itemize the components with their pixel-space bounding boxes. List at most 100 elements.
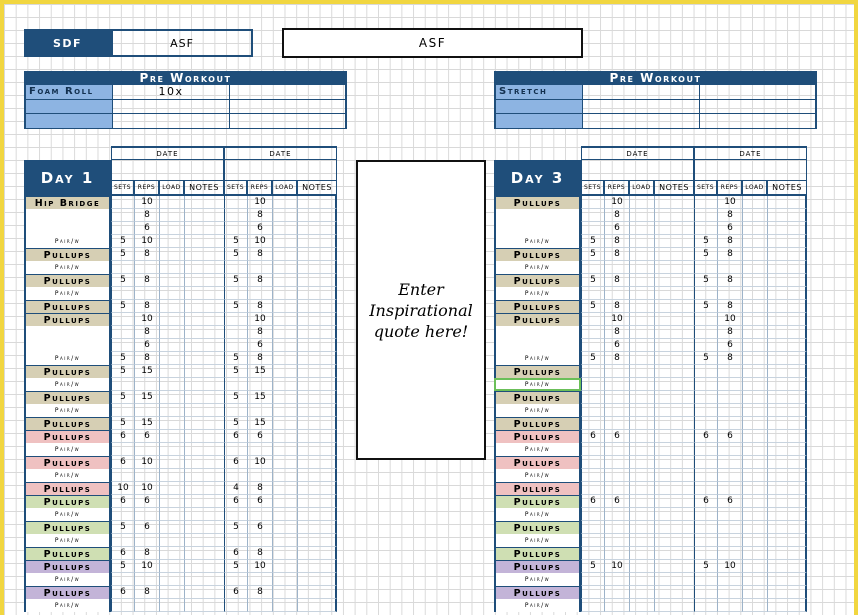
workout-cell[interactable]: 5: [111, 352, 134, 365]
workout-cell[interactable]: [297, 274, 337, 287]
workout-cell[interactable]: [272, 313, 297, 326]
workout-cell[interactable]: [654, 560, 694, 573]
workout-cell[interactable]: [159, 404, 184, 417]
exercise-name[interactable]: Pullups: [24, 547, 111, 560]
workout-cell[interactable]: 8: [134, 209, 159, 222]
workout-cell[interactable]: [224, 313, 247, 326]
workout-cell[interactable]: [629, 495, 654, 508]
workout-cell[interactable]: 8: [247, 274, 272, 287]
workout-cell[interactable]: [629, 430, 654, 443]
exercise-name[interactable]: Pair/w: [494, 508, 581, 521]
exercise-name[interactable]: Pair/w: [24, 573, 111, 586]
workout-cell[interactable]: [767, 196, 807, 209]
workout-cell[interactable]: [629, 352, 654, 365]
workout-cell[interactable]: 5: [224, 300, 247, 313]
exercise-name[interactable]: Pullups: [494, 365, 581, 378]
workout-cell[interactable]: [604, 443, 629, 456]
exercise-name[interactable]: Pullups: [494, 391, 581, 404]
workout-cell[interactable]: [694, 508, 717, 521]
workout-cell[interactable]: [581, 391, 604, 404]
workout-cell[interactable]: [742, 430, 767, 443]
workout-cell[interactable]: [247, 573, 272, 586]
workout-cell[interactable]: 8: [717, 235, 742, 248]
workout-cell[interactable]: [742, 560, 767, 573]
workout-cell[interactable]: [654, 196, 694, 209]
workout-cell[interactable]: [654, 495, 694, 508]
workout-cell[interactable]: [134, 261, 159, 274]
workout-cell[interactable]: [581, 209, 604, 222]
workout-cell[interactable]: [767, 560, 807, 573]
workout-cell[interactable]: [581, 222, 604, 235]
workout-cell[interactable]: [297, 495, 337, 508]
workout-cell[interactable]: [604, 482, 629, 495]
workout-cell[interactable]: [767, 404, 807, 417]
workout-cell[interactable]: 8: [247, 209, 272, 222]
exercise-name[interactable]: Pair/w: [24, 287, 111, 300]
workout-cell[interactable]: [654, 326, 694, 339]
workout-cell[interactable]: [742, 482, 767, 495]
workout-cell[interactable]: 15: [134, 391, 159, 404]
workout-cell[interactable]: [297, 391, 337, 404]
workout-cell[interactable]: [654, 599, 694, 612]
workout-cell[interactable]: [272, 443, 297, 456]
workout-cell[interactable]: [694, 209, 717, 222]
workout-cell[interactable]: 6: [134, 339, 159, 352]
workout-cell[interactable]: [694, 599, 717, 612]
workout-cell[interactable]: [742, 274, 767, 287]
workout-cell[interactable]: 6: [247, 339, 272, 352]
workout-cell[interactable]: [717, 378, 742, 391]
workout-cell[interactable]: [717, 417, 742, 430]
workout-cell[interactable]: [272, 508, 297, 521]
exercise-name[interactable]: Pullups: [494, 495, 581, 508]
workout-cell[interactable]: [654, 313, 694, 326]
workout-cell[interactable]: 5: [694, 560, 717, 573]
workout-cell[interactable]: [717, 365, 742, 378]
exercise-name[interactable]: Pullups: [24, 430, 111, 443]
exercise-name[interactable]: [24, 326, 111, 339]
workout-cell[interactable]: 5: [694, 235, 717, 248]
workout-cell[interactable]: 8: [247, 586, 272, 599]
workout-cell[interactable]: [159, 456, 184, 469]
workout-cell[interactable]: [742, 469, 767, 482]
workout-cell[interactable]: 6: [134, 222, 159, 235]
workout-cell[interactable]: 8: [134, 586, 159, 599]
workout-cell[interactable]: 6: [604, 430, 629, 443]
workout-cell[interactable]: 6: [134, 521, 159, 534]
workout-cell[interactable]: [694, 339, 717, 352]
workout-cell[interactable]: [767, 443, 807, 456]
workout-cell[interactable]: [654, 209, 694, 222]
workout-cell[interactable]: [767, 274, 807, 287]
exercise-name[interactable]: Pair/w: [494, 261, 581, 274]
workout-cell[interactable]: [694, 261, 717, 274]
workout-cell[interactable]: [694, 326, 717, 339]
workout-cell[interactable]: [694, 313, 717, 326]
workout-cell[interactable]: [272, 391, 297, 404]
workout-cell[interactable]: [297, 287, 337, 300]
workout-cell[interactable]: [111, 209, 134, 222]
workout-cell[interactable]: [224, 287, 247, 300]
workout-cell[interactable]: [629, 196, 654, 209]
workout-cell[interactable]: [629, 209, 654, 222]
workout-cell[interactable]: [272, 573, 297, 586]
workout-cell[interactable]: [581, 417, 604, 430]
workout-cell[interactable]: [767, 417, 807, 430]
workout-cell[interactable]: [581, 586, 604, 599]
workout-cell[interactable]: 10: [247, 560, 272, 573]
workout-cell[interactable]: [767, 391, 807, 404]
workout-cell[interactable]: 15: [134, 417, 159, 430]
workout-cell[interactable]: 6: [111, 456, 134, 469]
workout-cell[interactable]: [159, 534, 184, 547]
workout-cell[interactable]: [717, 586, 742, 599]
workout-cell[interactable]: 5: [111, 560, 134, 573]
workout-cell[interactable]: [654, 573, 694, 586]
right_pre-row-value[interactable]: [582, 114, 699, 129]
exercise-name[interactable]: Pullups: [24, 456, 111, 469]
workout-cell[interactable]: 5: [694, 300, 717, 313]
workout-cell[interactable]: [272, 547, 297, 560]
workout-cell[interactable]: [159, 391, 184, 404]
exercise-name[interactable]: Pullups: [494, 313, 581, 326]
workout-cell[interactable]: [742, 508, 767, 521]
workout-cell[interactable]: 5: [694, 248, 717, 261]
workout-cell[interactable]: [717, 482, 742, 495]
workout-cell[interactable]: 8: [247, 547, 272, 560]
